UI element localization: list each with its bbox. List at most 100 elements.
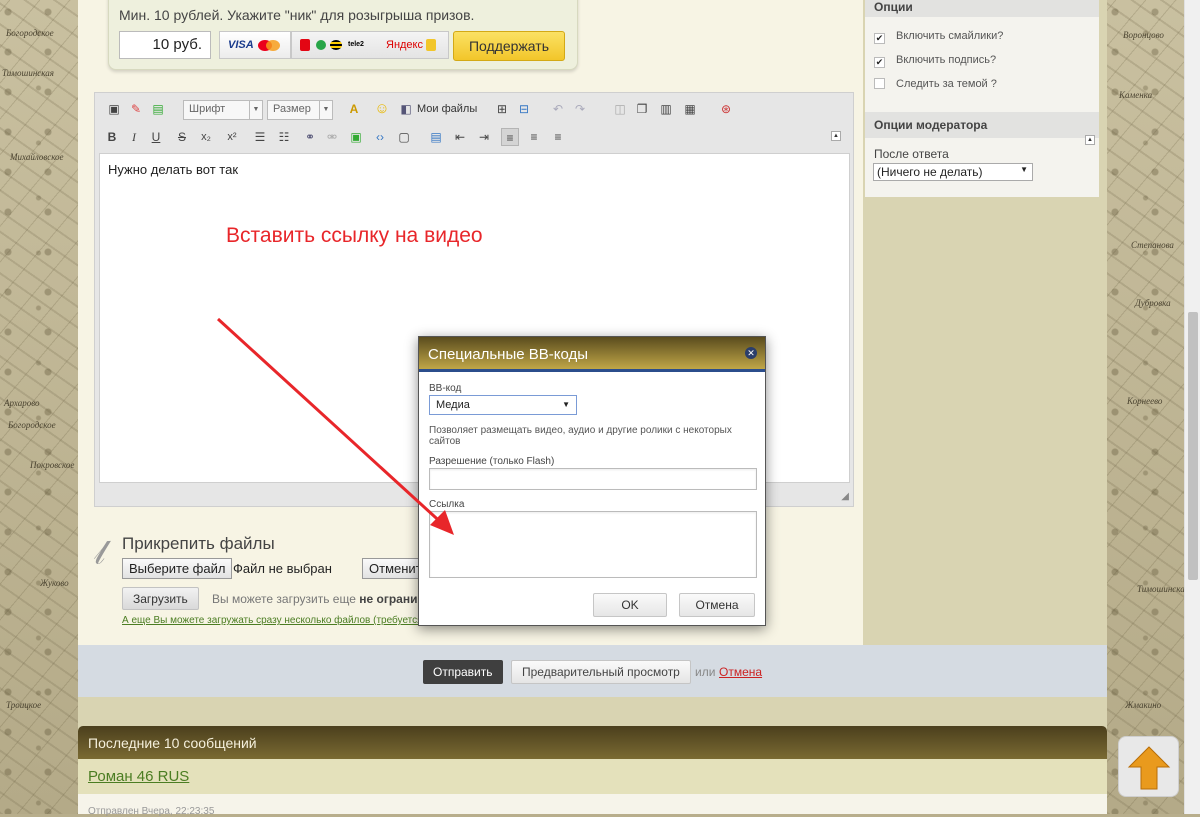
map-label: Архарово xyxy=(4,398,40,408)
attach-title: Прикрепить файлы xyxy=(122,534,275,553)
editor-toolbar-top: ▣ ✎ ▤ Шрифт ▼ Размер ▼ A ☺ ◧ Мои файлы ⊞… xyxy=(101,97,841,120)
align-left-icon[interactable]: ≡ xyxy=(501,128,519,146)
map-label: Богородское xyxy=(6,28,54,38)
paste-text-icon[interactable]: ▦ xyxy=(681,100,699,118)
option-follow-topic[interactable]: Следить за темой ? xyxy=(874,78,997,90)
choose-file-button[interactable]: Выберите файл xyxy=(122,558,233,579)
subscript-icon[interactable]: x₂ xyxy=(197,128,215,146)
options-title: Опции xyxy=(874,0,913,14)
yandex-money-logo: Яндекс xyxy=(386,39,423,51)
checkbox-checked[interactable]: ✔ xyxy=(874,33,885,44)
chevron-down-icon: ▼ xyxy=(319,101,332,119)
beeline-icon xyxy=(330,40,342,50)
option-smilies[interactable]: ✔ Включить смайлики? xyxy=(874,30,1003,44)
table-icon[interactable]: ▤ xyxy=(149,100,167,118)
underline-icon[interactable]: U xyxy=(147,128,165,146)
special-bbcode-icon[interactable]: ⊟ xyxy=(515,100,533,118)
bbcode-label: BB-код xyxy=(429,383,462,394)
map-label: Богородское xyxy=(8,420,56,430)
copy-icon[interactable]: ❐ xyxy=(633,100,651,118)
map-background-left: Богородское Тимошинская Михайловское Арх… xyxy=(0,0,78,814)
numbered-list-icon[interactable]: ☷ xyxy=(275,128,293,146)
cut-icon[interactable]: ◫ xyxy=(611,100,629,118)
link-textarea[interactable] xyxy=(429,511,757,578)
scroll-top-button[interactable] xyxy=(1118,736,1179,797)
option-signature[interactable]: ✔ Включить подпись? xyxy=(874,54,996,68)
map-label: Тимошинская xyxy=(1137,584,1189,594)
donate-amount-input[interactable]: 10 руб. xyxy=(119,31,211,59)
align-right-icon[interactable]: ≡ xyxy=(549,128,567,146)
hidden-text-icon[interactable]: ▤ xyxy=(427,128,445,146)
donate-text: Мин. 10 рублей. Укажите "ник" для розыгр… xyxy=(119,7,475,23)
media-icon[interactable]: ⊞ xyxy=(493,100,511,118)
my-files-button[interactable]: Мои файлы xyxy=(417,103,477,115)
upload-note-prefix: Вы можете загрузить еще xyxy=(212,592,360,606)
indent-icon[interactable]: ⇥ xyxy=(475,128,493,146)
font-select[interactable]: Шрифт ▼ xyxy=(183,100,263,120)
checkbox[interactable] xyxy=(874,78,885,89)
cancel-link[interactable]: Отмена xyxy=(719,665,762,679)
italic-icon[interactable]: I xyxy=(125,128,143,146)
option-label: Следить за темой ? xyxy=(896,78,997,90)
support-button[interactable]: Поддержать xyxy=(453,31,565,61)
collapse-toolbar-icon[interactable]: ▲ xyxy=(831,131,841,141)
message-meta: Отправлен Вчера, 22:23:35 xyxy=(88,806,215,817)
spellcheck-icon[interactable]: ⊛ xyxy=(717,100,735,118)
text-color-icon[interactable]: A xyxy=(345,100,363,118)
image-icon[interactable]: ▣ xyxy=(347,128,365,146)
payment-mobile-option[interactable]: tele2 Яндекс xyxy=(291,31,449,59)
undo-icon[interactable]: ↶ xyxy=(549,100,567,118)
resize-grip-icon[interactable]: ◢ xyxy=(841,491,849,502)
upload-button[interactable]: Загрузить xyxy=(122,587,199,610)
last-message-author-row: Роман 46 RUS xyxy=(78,759,1107,794)
eraser-icon[interactable]: ✎ xyxy=(127,100,145,118)
author-link[interactable]: Роман 46 RUS xyxy=(88,768,189,785)
align-center-icon[interactable]: ≡ xyxy=(525,128,543,146)
source-mode-icon[interactable]: ▣ xyxy=(105,100,123,118)
folder-icon[interactable]: ◧ xyxy=(397,100,415,118)
payment-card-option[interactable]: VISA xyxy=(219,31,291,59)
map-label: Жуково xyxy=(40,578,69,588)
page-scrollbar[interactable] xyxy=(1184,0,1200,814)
map-label: Каменка xyxy=(1119,90,1153,100)
outdent-icon[interactable]: ⇤ xyxy=(451,128,469,146)
unlink-icon[interactable]: ⚮ xyxy=(323,128,341,146)
no-file-text: Файл не выбран xyxy=(233,561,332,576)
preview-button[interactable]: Предварительный просмотр xyxy=(511,660,691,684)
bbcode-select[interactable]: Медиа ▼ xyxy=(429,395,577,415)
after-reply-select[interactable]: (Ничего не делать) ▼ xyxy=(873,163,1033,181)
map-label: Жмакино xyxy=(1125,700,1162,710)
last-messages-header: Последние 10 сообщений xyxy=(78,726,1107,759)
send-button[interactable]: Отправить xyxy=(423,660,503,684)
ok-button[interactable]: OK xyxy=(593,593,667,617)
strikethrough-icon[interactable]: S xyxy=(173,128,191,146)
multi-upload-link[interactable]: А еще Вы можете загружать сразу нескольк… xyxy=(122,615,434,626)
size-select[interactable]: Размер ▼ xyxy=(267,100,333,120)
checkbox-checked[interactable]: ✔ xyxy=(874,57,885,68)
bullet-list-icon[interactable]: ☰ xyxy=(251,128,269,146)
chevron-down-icon: ▼ xyxy=(1020,165,1028,174)
mastercard-icon xyxy=(266,40,280,51)
redo-icon[interactable]: ↷ xyxy=(571,100,589,118)
close-icon[interactable]: ✕ xyxy=(745,347,757,359)
quote-icon[interactable]: ▢ xyxy=(395,128,413,146)
wallet-icon xyxy=(426,39,436,51)
up-arrow-icon xyxy=(1127,746,1171,790)
dialog-cancel-button[interactable]: Отмена xyxy=(679,593,755,617)
superscript-icon[interactable]: x² xyxy=(223,128,241,146)
tele2-logo: tele2 xyxy=(348,41,364,48)
option-label: Включить смайлики? xyxy=(896,30,1004,42)
message-text: Нужно делать вот так xyxy=(108,162,238,177)
bold-icon[interactable]: B xyxy=(103,128,121,146)
code-icon[interactable]: ‹› xyxy=(371,128,389,146)
chevron-down-icon: ▼ xyxy=(249,101,262,119)
collapse-moderator-icon[interactable]: ▲ xyxy=(1085,135,1095,145)
upload-note: Вы можете загрузить еще не ограничен xyxy=(212,592,438,606)
scrollbar-thumb[interactable] xyxy=(1188,312,1198,580)
resolution-input[interactable] xyxy=(429,468,757,490)
link-icon[interactable]: ⚭ xyxy=(301,128,319,146)
paste-icon[interactable]: ▥ xyxy=(657,100,675,118)
map-label: Корнеево xyxy=(1127,396,1163,406)
chevron-down-icon: ▼ xyxy=(562,400,570,409)
smiley-icon[interactable]: ☺ xyxy=(373,100,391,118)
